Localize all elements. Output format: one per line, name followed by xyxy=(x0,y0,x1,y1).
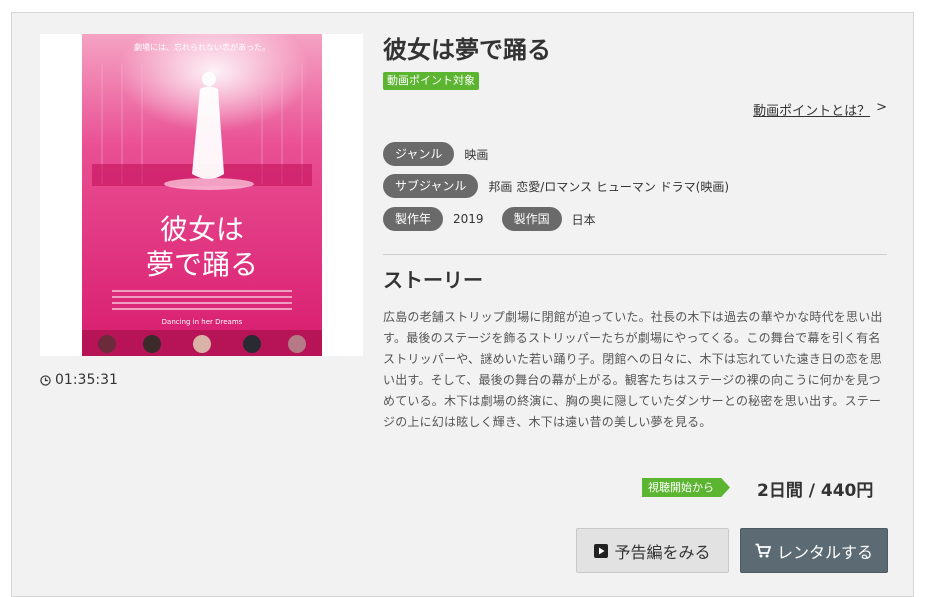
section-divider xyxy=(383,254,887,255)
trailer-button[interactable]: 予告編をみる xyxy=(576,528,729,573)
rental-price: 2日間 / 440円 xyxy=(757,481,874,501)
viewing-period-badge: 視聴開始から xyxy=(642,478,730,497)
poster-subtitle: Dancing in her Dreams xyxy=(162,318,243,326)
poster-tagline: 劇場には、忘れられない恋があった。 xyxy=(134,42,270,52)
movie-poster[interactable]: 劇場には、忘れられない恋があった。 彼女は 夢で踊る Dancing in he… xyxy=(82,34,322,356)
genre-tag: ジャンル xyxy=(383,142,455,166)
subgenre-row: サブジャンル 邦画 恋愛/ロマンス ヒューマン ドラマ(映画) xyxy=(383,174,747,198)
year-tag: 製作年 xyxy=(383,207,444,231)
video-point-help: 動画ポイントとは？ > xyxy=(753,100,887,119)
clock-icon xyxy=(40,374,51,386)
country-tag: 製作国 xyxy=(501,207,562,231)
poster-title-line2: 夢で踊る xyxy=(146,248,258,281)
year-value: 2019 xyxy=(453,212,484,226)
cart-icon xyxy=(755,543,771,558)
duration-text: 01:35:31 xyxy=(55,372,118,388)
chevron-right-icon: > xyxy=(876,100,887,115)
video-point-link[interactable]: 動画ポイントとは？ xyxy=(753,100,870,119)
subgenre-tag: サブジャンル xyxy=(383,174,479,198)
country-value: 日本 xyxy=(571,212,596,227)
trailer-button-label: 予告編をみる xyxy=(614,542,711,562)
story-text: 広島の老舗ストリップ劇場に閉館が迫っていた。社長の木下は過去の華やかな時代を思い… xyxy=(383,310,883,429)
story-heading: ストーリー xyxy=(383,268,483,292)
duration: 01:35:31 xyxy=(40,372,118,388)
subgenre-value[interactable]: 邦画 恋愛/ロマンス ヒューマン ドラマ(映画) xyxy=(488,178,729,195)
movie-title: 彼女は夢で踊る xyxy=(383,36,551,64)
rent-button-label: レンタルする xyxy=(776,542,873,562)
video-point-badge: 動画ポイント対象 xyxy=(383,72,479,90)
poster-container: 劇場には、忘れられない恋があった。 彼女は 夢で踊る Dancing in he… xyxy=(40,34,363,356)
genre-row: ジャンル 映画 xyxy=(383,142,506,166)
rent-button[interactable]: レンタルする xyxy=(740,528,888,573)
poster-title-line1: 彼女は xyxy=(160,213,244,246)
genre-value[interactable]: 映画 xyxy=(464,146,488,163)
production-row: 製作年 2019 製作国 日本 xyxy=(383,207,614,231)
play-icon xyxy=(594,543,609,558)
